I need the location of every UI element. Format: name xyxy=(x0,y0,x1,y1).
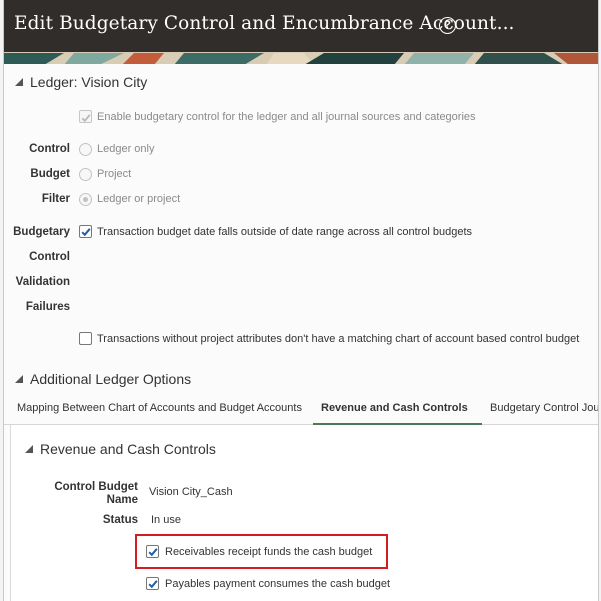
decorative-banner xyxy=(4,52,598,64)
radio-ledger-only-label: Ledger only xyxy=(97,143,155,155)
tab-bar: Mapping Between Chart of Accounts and Bu… xyxy=(4,396,598,424)
payables-payment-checkbox[interactable] xyxy=(146,577,159,590)
title-bar: Edit Budgetary Control and Encumbrance A… xyxy=(4,0,598,52)
project-attributes-failure-checkbox[interactable] xyxy=(79,332,92,345)
control-budget-name-label-line2: Name xyxy=(106,494,138,506)
validation-failures-label-line2: Control xyxy=(29,251,70,263)
status-value: In use xyxy=(151,514,181,526)
control-budget-name-value: Vision City_Cash xyxy=(149,486,233,498)
radio-project[interactable] xyxy=(79,168,92,181)
date-range-failure-label: Transaction budget date falls outside of… xyxy=(97,226,473,238)
radio-ledger-only[interactable] xyxy=(79,143,92,156)
ledger-section-heading: Ledger: Vision City xyxy=(30,74,148,90)
validation-failures-label-line3: Validation xyxy=(15,276,70,288)
revenue-cash-heading: Revenue and Cash Controls xyxy=(40,441,216,457)
status-label: Status xyxy=(102,514,138,526)
validation-failures-label-line1: Budgetary xyxy=(13,226,70,238)
collapse-triangle-icon[interactable] xyxy=(15,78,23,86)
payables-payment-label: Payables payment consumes the cash budge… xyxy=(165,578,391,590)
tab-revenue-cash-controls[interactable]: Revenue and Cash Controls xyxy=(321,402,468,414)
tab-budgetary-control-journals[interactable]: Budgetary Control Jou xyxy=(490,402,598,414)
validation-failures-label-line4: Failures xyxy=(25,301,70,313)
project-attributes-failure-label: Transactions without project attributes … xyxy=(97,333,580,345)
additional-options-heading: Additional Ledger Options xyxy=(30,371,192,387)
enable-budgetary-control-label: Enable budgetary control for the ledger … xyxy=(97,111,476,123)
radio-ledger-or-project[interactable] xyxy=(79,193,92,206)
date-range-failure-checkbox[interactable] xyxy=(79,225,92,238)
control-budget-name-label-line1: Control Budget xyxy=(54,481,138,493)
enable-budgetary-control-checkbox[interactable] xyxy=(79,110,92,123)
checkmark-icon xyxy=(81,228,91,237)
checkmark-icon xyxy=(148,580,158,589)
radio-project-label: Project xyxy=(97,168,132,180)
radio-ledger-or-project-label: Ledger or project xyxy=(97,193,181,205)
control-budget-filter-label-line1: Control xyxy=(29,143,70,155)
tab-mapping[interactable]: Mapping Between Chart of Accounts and Bu… xyxy=(17,402,302,414)
highlight-box xyxy=(135,534,388,569)
control-budget-filter-label-line3: Filter xyxy=(41,193,70,205)
help-icon[interactable]: ? xyxy=(439,17,456,34)
collapse-triangle-icon[interactable] xyxy=(15,375,23,383)
dialog-frame: Edit Budgetary Control and Encumbrance A… xyxy=(3,0,599,601)
control-budget-filter-label-line2: Budget xyxy=(30,168,70,180)
collapse-triangle-icon[interactable] xyxy=(25,445,33,453)
checkmark-icon xyxy=(81,114,91,123)
